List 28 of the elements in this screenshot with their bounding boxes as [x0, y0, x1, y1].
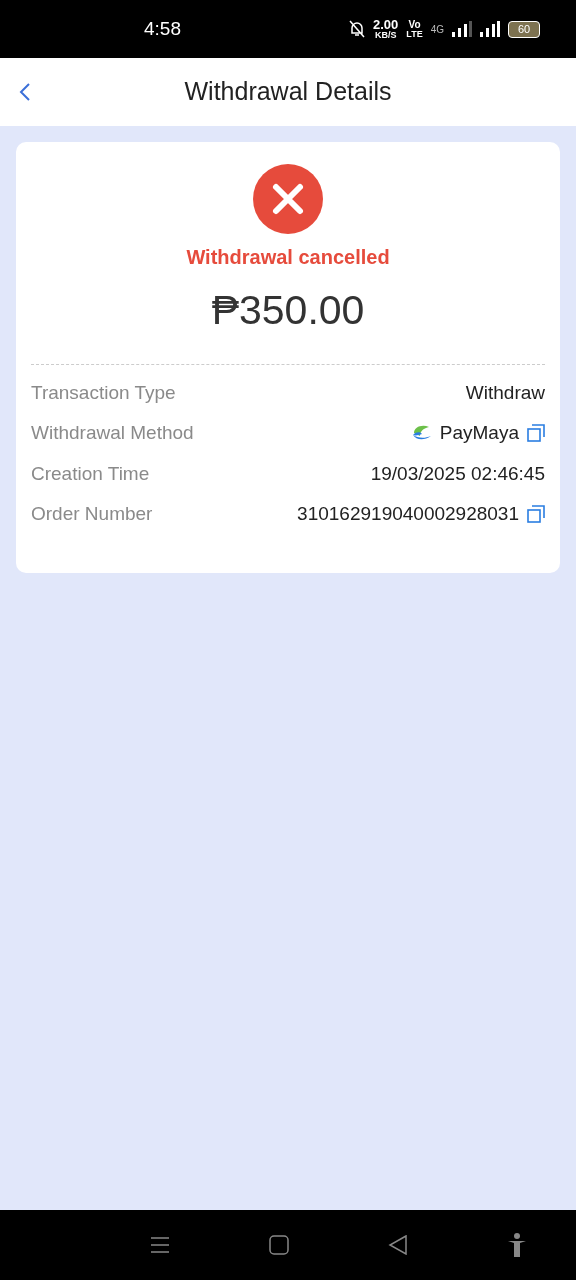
battery-percent: 60: [517, 21, 531, 37]
signal-icon: [452, 21, 472, 37]
row-value: PayMaya: [439, 421, 519, 445]
clock: 4:58: [144, 16, 181, 41]
network-type: 4G: [430, 22, 444, 37]
row-label: Creation Time: [31, 461, 150, 486]
row-label: Withdrawal Method: [31, 421, 194, 445]
network-speed: 2.00: [373, 18, 399, 31]
amount: ₱350.00: [211, 286, 365, 335]
row-value: 310162919040002928031: [297, 502, 519, 526]
mute-icon: [349, 20, 365, 38]
menu-icon[interactable]: [149, 1235, 170, 1255]
volte-label: Vo: [408, 19, 421, 30]
copy-icon[interactable]: [527, 424, 545, 443]
row-label: Order Number: [31, 502, 153, 526]
home-icon[interactable]: [268, 1235, 289, 1255]
back-icon[interactable]: [18, 82, 32, 102]
volte-label: LTE: [406, 29, 423, 39]
signal-icon: [480, 21, 500, 37]
page-title: Withdrawal Details: [184, 76, 392, 108]
row-value: 19/03/2025 02:46:45: [370, 461, 545, 486]
row-label: Transaction Type: [31, 380, 176, 405]
copy-icon[interactable]: [527, 505, 545, 524]
back-nav-icon[interactable]: [387, 1235, 408, 1255]
cancel-icon: [253, 164, 323, 234]
speed-unit: KB/S: [374, 31, 397, 40]
row-value: Withdraw: [465, 380, 545, 405]
status-text: Withdrawal cancelled: [186, 245, 390, 270]
